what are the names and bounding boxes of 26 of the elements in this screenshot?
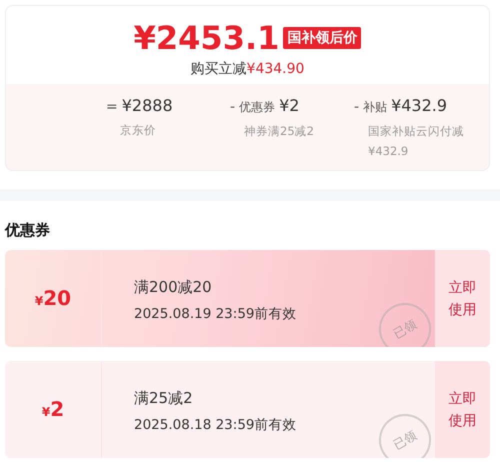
discount-label: 购买立减: [190, 61, 247, 77]
price-badge: 国补领后价: [283, 27, 362, 49]
coupon-validity: 2025.08.19 23:59前有效: [134, 305, 298, 323]
coupon-amount: 20: [43, 286, 72, 310]
breakdown-amount: ¥432.9: [391, 96, 448, 115]
breakdown-note: 神券满25减2: [244, 123, 315, 140]
discount-amount: ¥434.90: [246, 61, 304, 77]
breakdown-label: 优惠券: [239, 99, 276, 116]
section-title: 优惠券: [4, 220, 51, 241]
breakdown-note: 国家补贴云闪付减¥432.9: [368, 123, 465, 160]
coupon-condition: 满200减20: [134, 278, 213, 297]
final-price: ¥2453.1: [134, 20, 280, 56]
coupon-validity: 2025.08.18 23:59前有效: [134, 416, 298, 434]
breakdown-amount: ¥2888: [122, 96, 173, 115]
breakdown-amount: ¥2: [279, 96, 300, 115]
operator-sign: -: [230, 99, 236, 115]
breakdown-note: 京东价: [120, 122, 157, 139]
breakdown-label: 补贴: [363, 99, 388, 116]
operator-sign: =: [106, 99, 118, 115]
currency-sign: ¥: [34, 294, 44, 308]
operator-sign: -: [354, 99, 360, 115]
use-now-button[interactable]: 立即使用: [435, 361, 490, 458]
coupon-amount: 2: [50, 397, 64, 421]
currency-sign: ¥: [42, 405, 50, 419]
coupon-condition: 满25减2: [134, 389, 194, 408]
use-now-button[interactable]: 立即使用: [435, 250, 490, 347]
